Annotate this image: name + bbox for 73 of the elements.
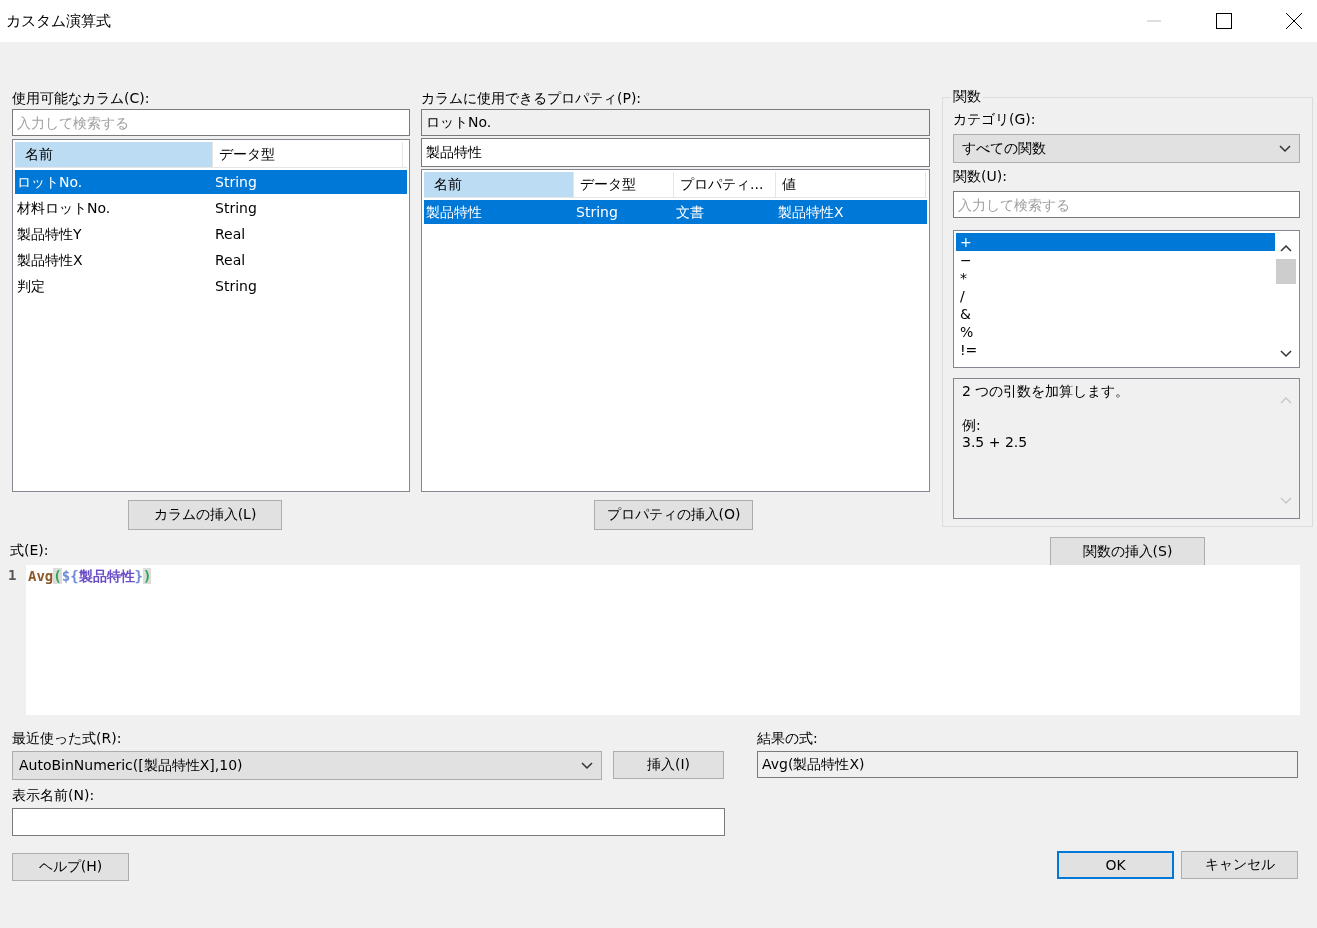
table-cell-text: ロットNo. — [16, 173, 84, 192]
list-item[interactable]: % — [956, 323, 1275, 341]
table-row[interactable]: 製品特性Y Real — [15, 222, 407, 246]
table-cell-text: String — [214, 277, 258, 296]
search-field[interactable]: 入力して検索する — [12, 109, 410, 136]
field-label: 結果の式: — [757, 730, 818, 746]
list-item[interactable]: + — [956, 233, 1275, 251]
field-label: 表示名前(N): — [12, 787, 95, 803]
column-header[interactable]: 名前 — [424, 172, 574, 197]
table-cell-text: 製品特性X — [777, 203, 845, 222]
code-line: Avg(${製品特性}) — [27, 567, 152, 586]
list-item[interactable]: / — [956, 287, 1275, 305]
column-header[interactable]: データ型 — [213, 142, 403, 167]
field-label: 関数(U): — [953, 168, 1007, 184]
table-cell-text: Real — [214, 225, 247, 244]
scrollbar-thumb[interactable] — [1276, 259, 1296, 284]
insert-function-button[interactable]: 関数の挿入(S) — [1050, 537, 1205, 567]
category-dropdown[interactable]: すべての関数 — [953, 134, 1300, 163]
example-label: 例: — [962, 417, 982, 434]
table-cell-text: String — [214, 173, 258, 192]
table-row[interactable]: 材料ロットNo. String — [15, 196, 407, 220]
insert-column-button[interactable]: カラムの挿入(L) — [128, 500, 282, 530]
table-cell-text: 材料ロットNo. — [16, 199, 112, 218]
field-label: 最近使った式(R): — [12, 730, 122, 746]
display-name-field[interactable] — [12, 808, 725, 836]
column-header[interactable]: プロパティ... — [674, 172, 776, 197]
column-header[interactable]: 値 — [776, 172, 926, 197]
table-cell-text: 文書 — [675, 203, 705, 222]
table-cell-text: String — [214, 199, 258, 218]
line-number: 1 — [8, 567, 17, 583]
table-row[interactable]: 判定 String — [15, 274, 407, 298]
window-title: カスタム演算式 — [5, 11, 112, 31]
chevron-down-icon — [1280, 350, 1292, 358]
filter-field[interactable]: 製品特性 — [421, 138, 930, 167]
result-field: Avg(製品特性X) — [757, 751, 1298, 778]
table-cell-text: String — [575, 203, 619, 222]
help-button[interactable]: ヘルプ(H) — [12, 853, 129, 881]
chevron-up-icon — [1280, 396, 1292, 404]
close-icon — [1286, 13, 1302, 29]
column-header[interactable]: データ型 — [574, 172, 674, 197]
expression-editor[interactable]: Avg(${製品特性}) — [26, 565, 1300, 715]
insert-button[interactable]: 挿入(I) — [613, 751, 724, 779]
list-item[interactable]: != — [956, 341, 1275, 359]
table-cell-text: 製品特性Y — [16, 225, 83, 244]
cancel-button[interactable]: キャンセル — [1181, 851, 1298, 879]
maximize-icon — [1216, 13, 1232, 29]
chevron-down-icon — [581, 761, 593, 770]
field-label: カテゴリ(G): — [953, 111, 1036, 127]
ok-button[interactable]: OK — [1057, 851, 1174, 879]
recent-expression-dropdown[interactable]: AutoBinNumeric([製品特性X],10) — [12, 751, 602, 780]
table-cell-text: 製品特性 — [425, 203, 483, 222]
table-row[interactable]: ロットNo. String — [15, 170, 407, 194]
chevron-down-icon — [1279, 144, 1291, 153]
field-label: 式(E): — [10, 542, 49, 558]
field-label: 使用可能なカラム(C): — [12, 89, 151, 108]
column-field: ロットNo. — [421, 109, 930, 136]
chevron-down-icon — [1280, 497, 1292, 505]
chevron-up-icon — [1280, 244, 1292, 252]
field-label: カラムに使用できるプロパティ(P): — [421, 89, 643, 108]
table-cell-text: 判定 — [16, 277, 46, 296]
table-row[interactable]: 製品特性 String 文書 製品特性X — [424, 200, 927, 224]
example-text: 3.5 + 2.5 — [962, 434, 1029, 451]
list-item[interactable]: * — [956, 269, 1275, 287]
description-text: 2 つの引数を加算します。 — [962, 383, 1131, 400]
group-title: 関数 — [951, 86, 983, 106]
insert-property-button[interactable]: プロパティの挿入(O) — [594, 500, 753, 530]
column-header[interactable]: 名前 — [15, 142, 213, 167]
table-row[interactable]: 製品特性X Real — [15, 248, 407, 272]
list-item[interactable]: − — [956, 251, 1275, 269]
table-cell-text: Real — [214, 251, 247, 270]
table-cell-text: 製品特性X — [16, 251, 84, 270]
list-item[interactable]: & — [956, 305, 1275, 323]
search-field[interactable]: 入力して検索する — [953, 191, 1300, 218]
